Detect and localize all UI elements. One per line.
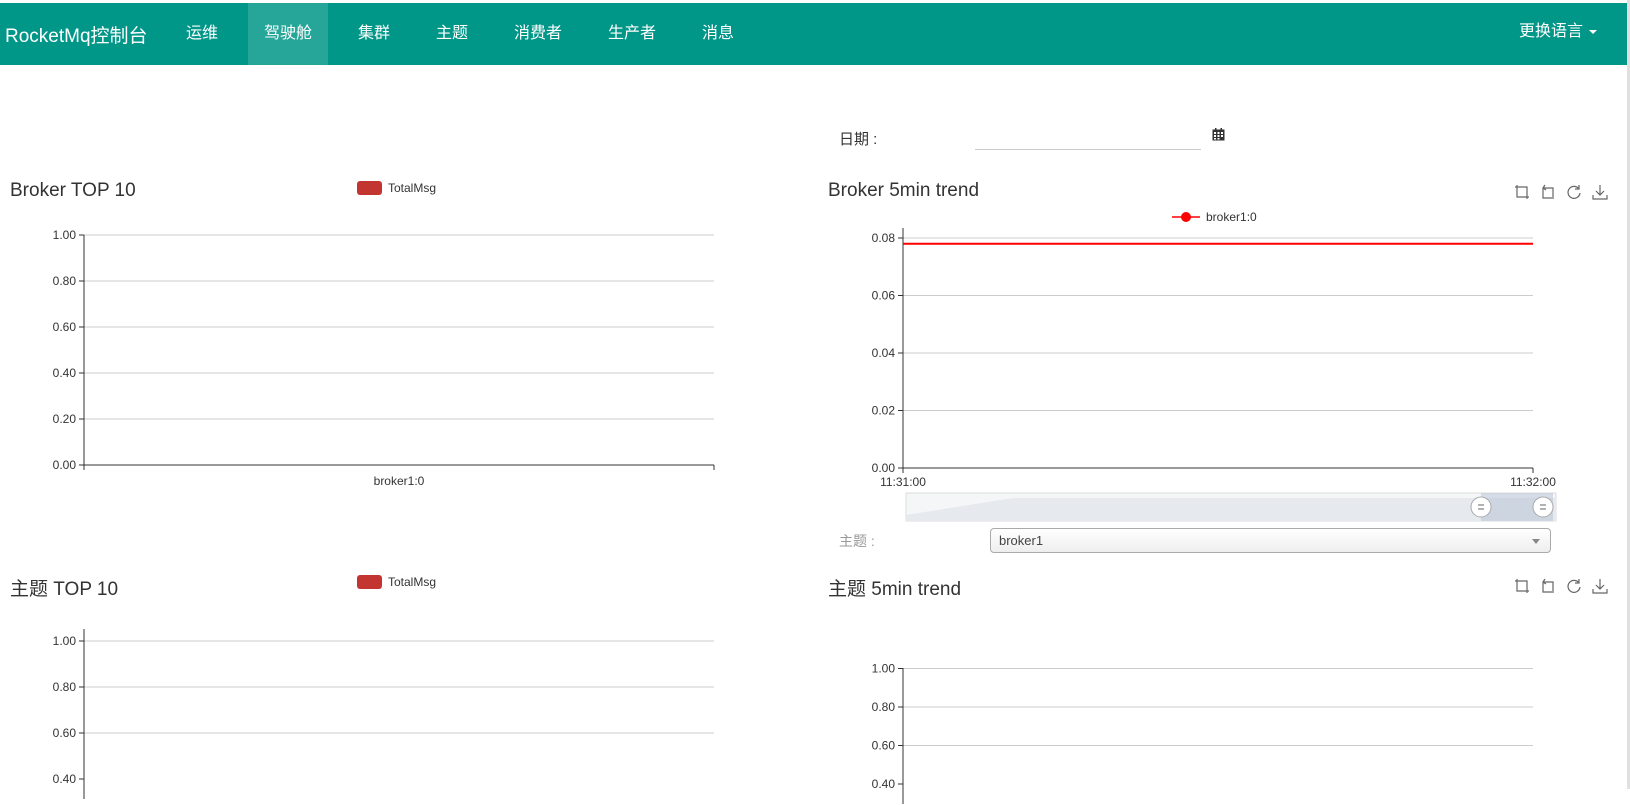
save-image-icon[interactable]	[1592, 184, 1608, 200]
zoom-icon[interactable]	[1514, 578, 1530, 594]
topic-top10-title: 主题 TOP 10	[10, 579, 119, 600]
topic-label: 主题 :	[839, 533, 875, 549]
nav-ops[interactable]: 运维	[170, 3, 234, 65]
topic-top10-legend[interactable]: TotalMsg	[357, 575, 436, 589]
zoom-reset-icon[interactable]	[1540, 578, 1556, 594]
broker-trend-toolbox	[1514, 184, 1608, 200]
y-tick-label: 0.02	[872, 404, 896, 418]
y-tick-label: 0.06	[872, 289, 896, 303]
legend-swatch	[357, 181, 382, 195]
nav-producer[interactable]: 生产者	[594, 3, 670, 65]
x-tick-label: 11:32:00	[1510, 475, 1556, 489]
legend-swatch	[357, 575, 382, 589]
restore-icon[interactable]	[1566, 578, 1582, 594]
calendar-icon[interactable]	[1212, 128, 1225, 141]
legend-label: TotalMsg	[388, 181, 437, 195]
restore-icon[interactable]	[1566, 184, 1582, 200]
y-tick-label: 0.40	[53, 772, 77, 786]
y-tick-label: 1.00	[53, 228, 77, 242]
y-tick-label: 0.80	[53, 274, 77, 288]
language-label: 更换语言	[1518, 23, 1583, 40]
nav-cluster[interactable]: 集群	[342, 3, 406, 65]
y-tick-label: 0.08	[872, 231, 896, 245]
y-tick-label: 0.60	[53, 320, 77, 334]
datazoom-shadow	[906, 498, 1556, 521]
nav-topic[interactable]: 主题	[420, 3, 484, 65]
topic-select[interactable]: broker1	[990, 528, 1551, 553]
topic-top10-chart: 0.40 0.60 0.80 1.00	[53, 629, 714, 799]
y-tick-label: 0.04	[872, 346, 896, 360]
broker-trend-chart: 0.00 0.02 0.04 0.06 0.08 11:31:00 11:32:00	[872, 228, 1557, 522]
datazoom-handle-1	[1532, 496, 1554, 518]
y-tick-label: 1.00	[872, 662, 896, 676]
nav-dashboard[interactable]: 驾驶舱	[248, 3, 328, 65]
y-tick-label: 0.00	[53, 458, 77, 472]
top-navbar: RocketMq控制台 运维 驾驶舱 集群 主题 消费者 生产者 消息 更换语言	[0, 3, 1627, 65]
language-dropdown[interactable]: 更换语言	[1519, 3, 1597, 61]
broker-top10-chart: 0.00 0.20 0.40 0.60 0.80 1.00 broker1:0	[53, 228, 715, 488]
datazoom-handle-0	[1470, 496, 1492, 518]
x-tick-label: broker1:0	[374, 474, 425, 488]
broker-top10-legend[interactable]: TotalMsg	[357, 181, 436, 195]
nav-consumer[interactable]: 消费者	[500, 3, 576, 65]
chevron-down-icon	[1532, 539, 1540, 544]
date-input[interactable]	[975, 123, 1201, 150]
brand-title[interactable]: RocketMq控制台	[5, 21, 148, 48]
nav-message[interactable]: 消息	[686, 3, 750, 65]
y-tick-label: 0.20	[53, 412, 77, 426]
y-tick-label: 0.80	[53, 680, 77, 694]
y-tick-label: 1.00	[53, 634, 77, 648]
zoom-icon[interactable]	[1514, 184, 1530, 200]
save-image-icon[interactable]	[1592, 578, 1608, 594]
y-tick-label: 0.60	[53, 726, 77, 740]
date-label: 日期 :	[839, 131, 878, 148]
topic-trend-title: 主题 5min trend	[828, 579, 962, 600]
y-tick-label: 0.60	[872, 739, 896, 753]
topic-trend-chart: 0.400.600.801.00	[872, 662, 1533, 804]
broker-top10-title: Broker TOP 10	[10, 180, 136, 201]
broker-trend-title: Broker 5min trend	[828, 180, 980, 201]
x-tick-label: 11:31:00	[880, 475, 926, 489]
y-tick-label: 0.00	[872, 461, 896, 475]
caret-down-icon	[1589, 29, 1597, 34]
zoom-reset-icon[interactable]	[1540, 184, 1556, 200]
legend-label: TotalMsg	[388, 575, 437, 589]
topic-select-value: broker1	[999, 533, 1044, 548]
topic-trend-toolbox	[1514, 578, 1608, 594]
y-tick-label: 0.40	[53, 366, 77, 380]
y-tick-label: 0.80	[872, 700, 896, 714]
